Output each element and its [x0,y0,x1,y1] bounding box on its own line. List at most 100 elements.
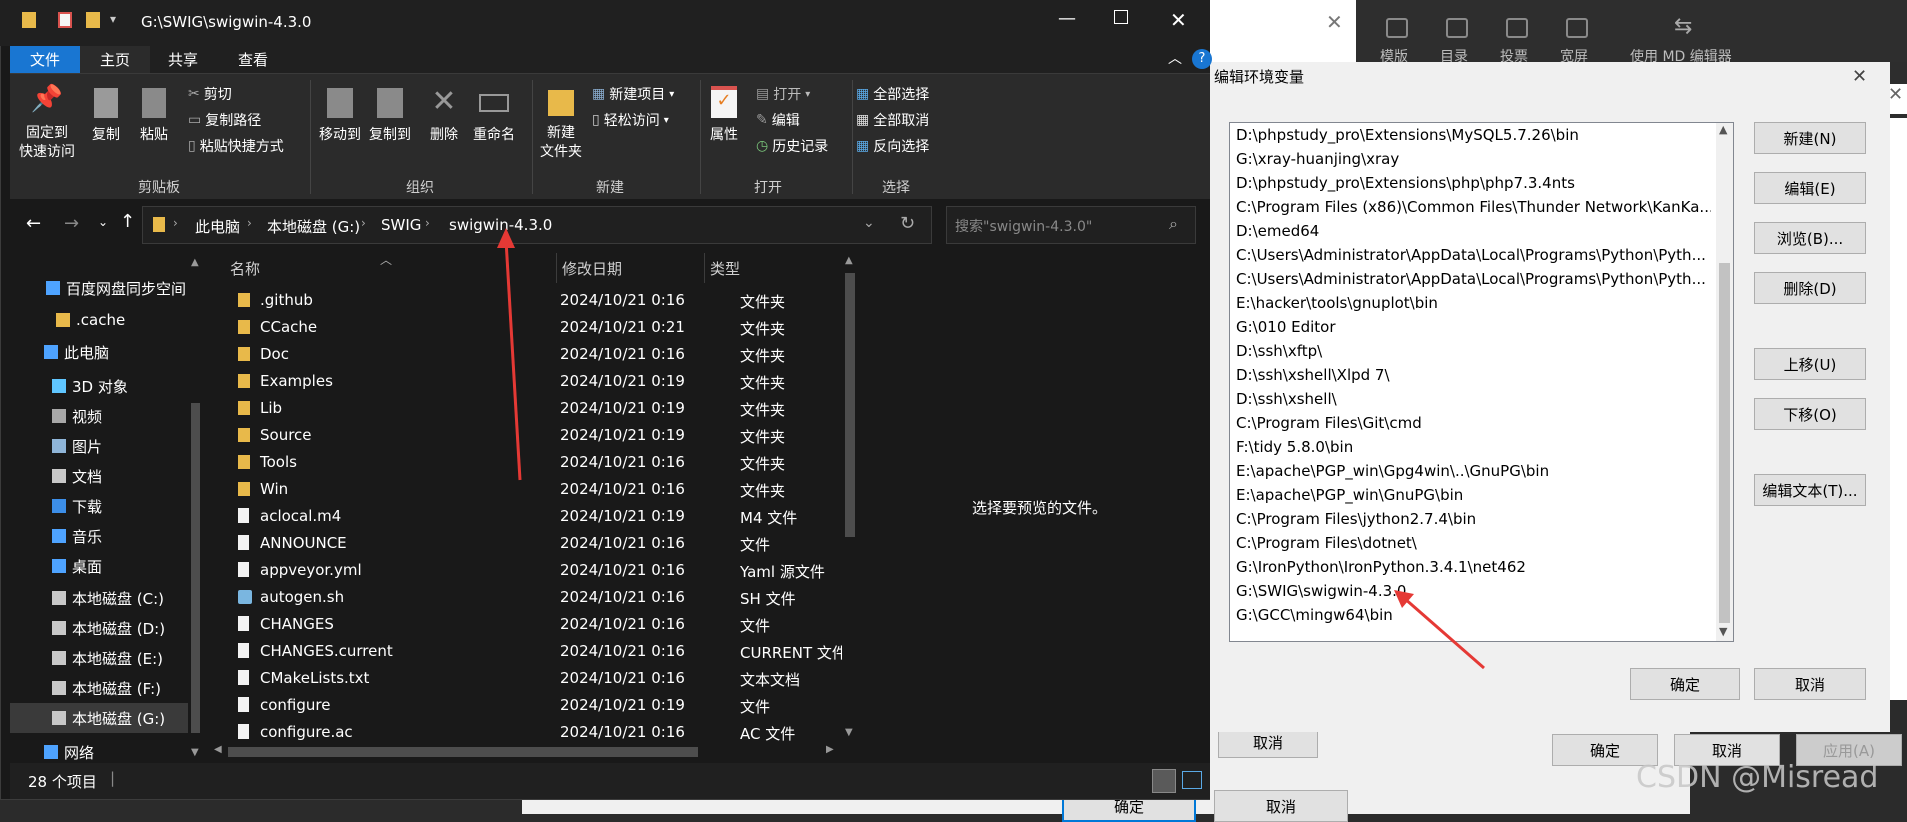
scrollbar[interactable]: ◀ ▶ [210,743,842,761]
open-button[interactable]: ▤ 打开 ▾ [756,84,810,104]
file-row[interactable]: CHANGES 2024/10/21 0:16 文件 [210,611,850,638]
edit-button[interactable]: 编辑(E) [1754,172,1866,204]
select-all-button[interactable]: ▦ 全部选择 [856,84,929,104]
large-icons-view-icon[interactable] [1182,771,1202,789]
minimize-icon[interactable]: — [1058,8,1076,29]
breadcrumb-item[interactable]: swigwin-4.3.0 [449,216,552,234]
nav-item[interactable]: 百度网盘同步空间 [10,273,200,303]
search-icon[interactable]: ⌕ [1169,214,1178,234]
path-item[interactable]: D:\ssh\xshell\Xlpd 7\ [1236,366,1711,384]
edit-button[interactable]: ✎ 编辑 [756,110,800,130]
path-item[interactable]: D:\phpstudy_pro\Extensions\php\php7.3.4n… [1236,174,1711,192]
path-item[interactable]: G:\010 Editor [1236,318,1711,336]
close-icon[interactable]: ✕ [1326,10,1343,34]
nav-item[interactable]: 此电脑 [10,337,200,367]
path-item[interactable]: G:\IronPython\IronPython.3.4.1\net462 [1236,558,1711,576]
tab-share[interactable]: 共享 [150,46,216,73]
chevron-left-icon[interactable]: ◀ [214,744,222,755]
new-item-button[interactable]: ▦ 新建项目 ▾ [592,84,674,104]
scrollbar-thumb[interactable] [228,747,698,757]
nav-item[interactable]: 视频 [10,401,200,431]
close-icon[interactable]: ✕ [1852,66,1867,87]
new-button[interactable]: 新建(N) [1754,122,1866,154]
delete-button[interactable]: ✕ 删除 [424,84,464,144]
path-item[interactable]: C:\Users\Administrator\AppData\Local\Pro… [1236,246,1711,264]
new-folder-button[interactable]: 新建 文件夹 [536,84,586,162]
file-row[interactable]: Tools 2024/10/21 0:16 文件夹 [210,449,850,476]
copy-button[interactable]: 复制 [84,84,128,144]
file-row[interactable]: ANNOUNCE 2024/10/21 0:16 文件 [210,530,850,557]
rename-button[interactable]: 重命名 [468,84,520,144]
template-icon[interactable] [1386,18,1408,38]
chevron-down-icon[interactable]: ⌄ [98,215,108,229]
scrollbar-thumb[interactable] [1719,263,1730,623]
path-item[interactable]: G:\SWIG\swigwin-4.3.0 [1236,582,1711,600]
tab-home[interactable]: 主页 [80,46,150,73]
file-row[interactable]: CCache 2024/10/21 0:21 文件夹 [210,314,850,341]
nav-item[interactable]: 本地磁盘 (F:) [10,673,200,703]
path-listbox[interactable]: D:\phpstudy_pro\Extensions\MySQL5.7.26\b… [1229,122,1734,642]
path-item[interactable]: E:\hacker\tools\gnuplot\bin [1236,294,1711,312]
toc-icon[interactable] [1446,18,1468,38]
file-row[interactable]: Win 2024/10/21 0:16 文件夹 [210,476,850,503]
invert-selection-button[interactable]: ▦ 反向选择 [856,136,929,156]
maximize-icon[interactable] [1114,10,1128,24]
nav-item[interactable]: 音乐 [10,521,200,551]
file-row[interactable]: Doc 2024/10/21 0:16 文件夹 [210,341,850,368]
path-item[interactable]: D:\emed64 [1236,222,1711,240]
forward-icon[interactable]: → [64,213,79,234]
address-bar[interactable]: › 此电脑 › 本地磁盘 (G:) › SWIG › swigwin-4.3.0… [142,206,932,244]
column-header-date[interactable]: 修改日期 [562,253,622,283]
ok-button[interactable]: 确定 [1630,668,1740,700]
nav-item[interactable]: 文档 [10,461,200,491]
file-row[interactable]: CHANGES.current 2024/10/21 0:16 CURRENT 文件 [210,638,850,665]
tab-file[interactable]: 文件 [10,46,80,73]
properties-icon[interactable] [58,12,72,28]
path-item[interactable]: C:\Program Files\jython2.7.4\bin [1236,510,1711,528]
path-item[interactable]: C:\Program Files\Git\cmd [1236,414,1711,432]
breadcrumb-item[interactable]: SWIG [381,216,421,234]
file-row[interactable]: Lib 2024/10/21 0:19 文件夹 [210,395,850,422]
vote-icon[interactable] [1506,18,1528,38]
scrollbar-thumb[interactable] [845,273,855,537]
pin-button[interactable]: 📌 固定到 快速访问 [16,84,78,162]
nav-item[interactable]: 下载 [10,491,200,521]
file-row[interactable]: Examples 2024/10/21 0:19 文件夹 [210,368,850,395]
close-icon[interactable]: ✕ [1170,8,1187,32]
move-to-button[interactable]: 移动到 [316,84,364,144]
file-row[interactable]: configure 2024/10/21 0:19 文件 [210,692,850,719]
help-icon[interactable]: ? [1192,49,1212,69]
select-none-button[interactable]: ▦ 全部取消 [856,110,929,130]
chevron-down-icon[interactable]: ▾ [110,12,116,26]
edit-text-button[interactable]: 编辑文本(T)... [1754,474,1866,506]
chevron-down-icon[interactable]: ⌄ [863,215,875,231]
nav-item[interactable]: 本地磁盘 (E:) [10,643,200,673]
scrollbar[interactable]: ▲ ▼ [1716,123,1733,641]
chevron-up-icon[interactable]: ▲ [1719,123,1727,136]
up-icon[interactable]: ↑ [120,211,135,232]
file-row[interactable]: Source 2024/10/21 0:19 文件夹 [210,422,850,449]
nav-item[interactable]: 图片 [10,431,200,461]
file-row[interactable]: appveyor.yml 2024/10/21 0:16 Yaml 源文件 [210,557,850,584]
path-item[interactable]: G:\xray-huanjing\xray [1236,150,1711,168]
cancel-button[interactable]: 取消 [1214,790,1348,822]
history-button[interactable]: ◷ 历史记录 [756,136,828,156]
path-item[interactable]: E:\apache\PGP_win\Gpg4win\..\GnuPG\bin [1236,462,1711,480]
chevron-right-icon[interactable]: ▶ [826,744,834,755]
path-item[interactable]: G:\GCC\mingw64\bin [1236,606,1711,624]
widescreen-icon[interactable] [1566,18,1588,38]
chevron-down-icon[interactable]: ▼ [1719,625,1727,638]
details-view-icon[interactable] [1152,769,1176,793]
copy-to-button[interactable]: 复制到 [366,84,414,144]
chevron-up-icon[interactable]: ︿ [1168,48,1182,68]
path-item[interactable]: D:\ssh\xftp\ [1236,342,1711,360]
file-row[interactable]: .github 2024/10/21 0:16 文件夹 [210,287,850,314]
scrollbar[interactable]: ▲ ▼ [842,253,858,743]
move-down-button[interactable]: 下移(O) [1754,398,1866,430]
delete-button[interactable]: 删除(D) [1754,272,1866,304]
folder-icon[interactable] [86,12,100,28]
nav-item[interactable]: 本地磁盘 (D:) [10,613,200,643]
path-item[interactable]: C:\Program Files\dotnet\ [1236,534,1711,552]
search-box[interactable]: 搜索"swigwin-4.3.0" ⌕ [946,206,1196,244]
properties-button[interactable]: ✓ 属性 [704,84,744,144]
